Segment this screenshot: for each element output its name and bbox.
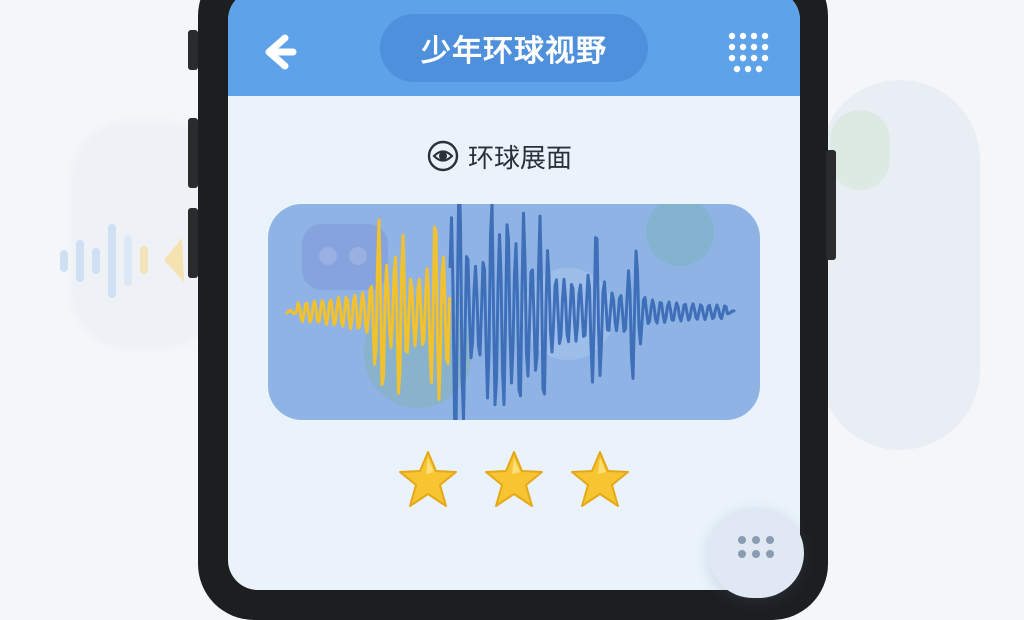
- background-chat-bubble: [302, 224, 388, 290]
- volume-down-button: [188, 208, 198, 278]
- sound-wave-icon: [285, 204, 736, 420]
- power-button: [826, 150, 836, 260]
- background-circle: [646, 204, 714, 266]
- volume-up-button: [188, 118, 198, 188]
- grid-dots-icon: [728, 32, 769, 73]
- section-heading: 环球展面: [426, 136, 572, 176]
- decorative-sound-bars-icon: [60, 224, 184, 298]
- audio-wave-card[interactable]: [268, 204, 760, 420]
- app-header: 少年环球视野: [228, 0, 800, 96]
- keypad-button[interactable]: [708, 508, 804, 598]
- star-icon: [399, 451, 457, 507]
- star-rating: [396, 448, 636, 518]
- star-icon: [571, 451, 629, 507]
- section-title: 环球展面: [468, 143, 573, 174]
- page-title-pill: 少年环球视野: [380, 14, 648, 82]
- menu-grid-button[interactable]: [724, 28, 774, 74]
- background-bubble: [830, 110, 890, 190]
- keypad-dots-icon: [738, 536, 774, 558]
- back-button[interactable]: [254, 32, 304, 72]
- phone-side-button: [188, 30, 198, 70]
- app-screen: 少年环球视野 环球展面: [228, 0, 800, 590]
- eye-icon: [427, 140, 459, 172]
- page-title: 少年环球视野: [421, 34, 607, 69]
- star-icon: [485, 451, 543, 507]
- back-arrow-icon: [265, 34, 297, 70]
